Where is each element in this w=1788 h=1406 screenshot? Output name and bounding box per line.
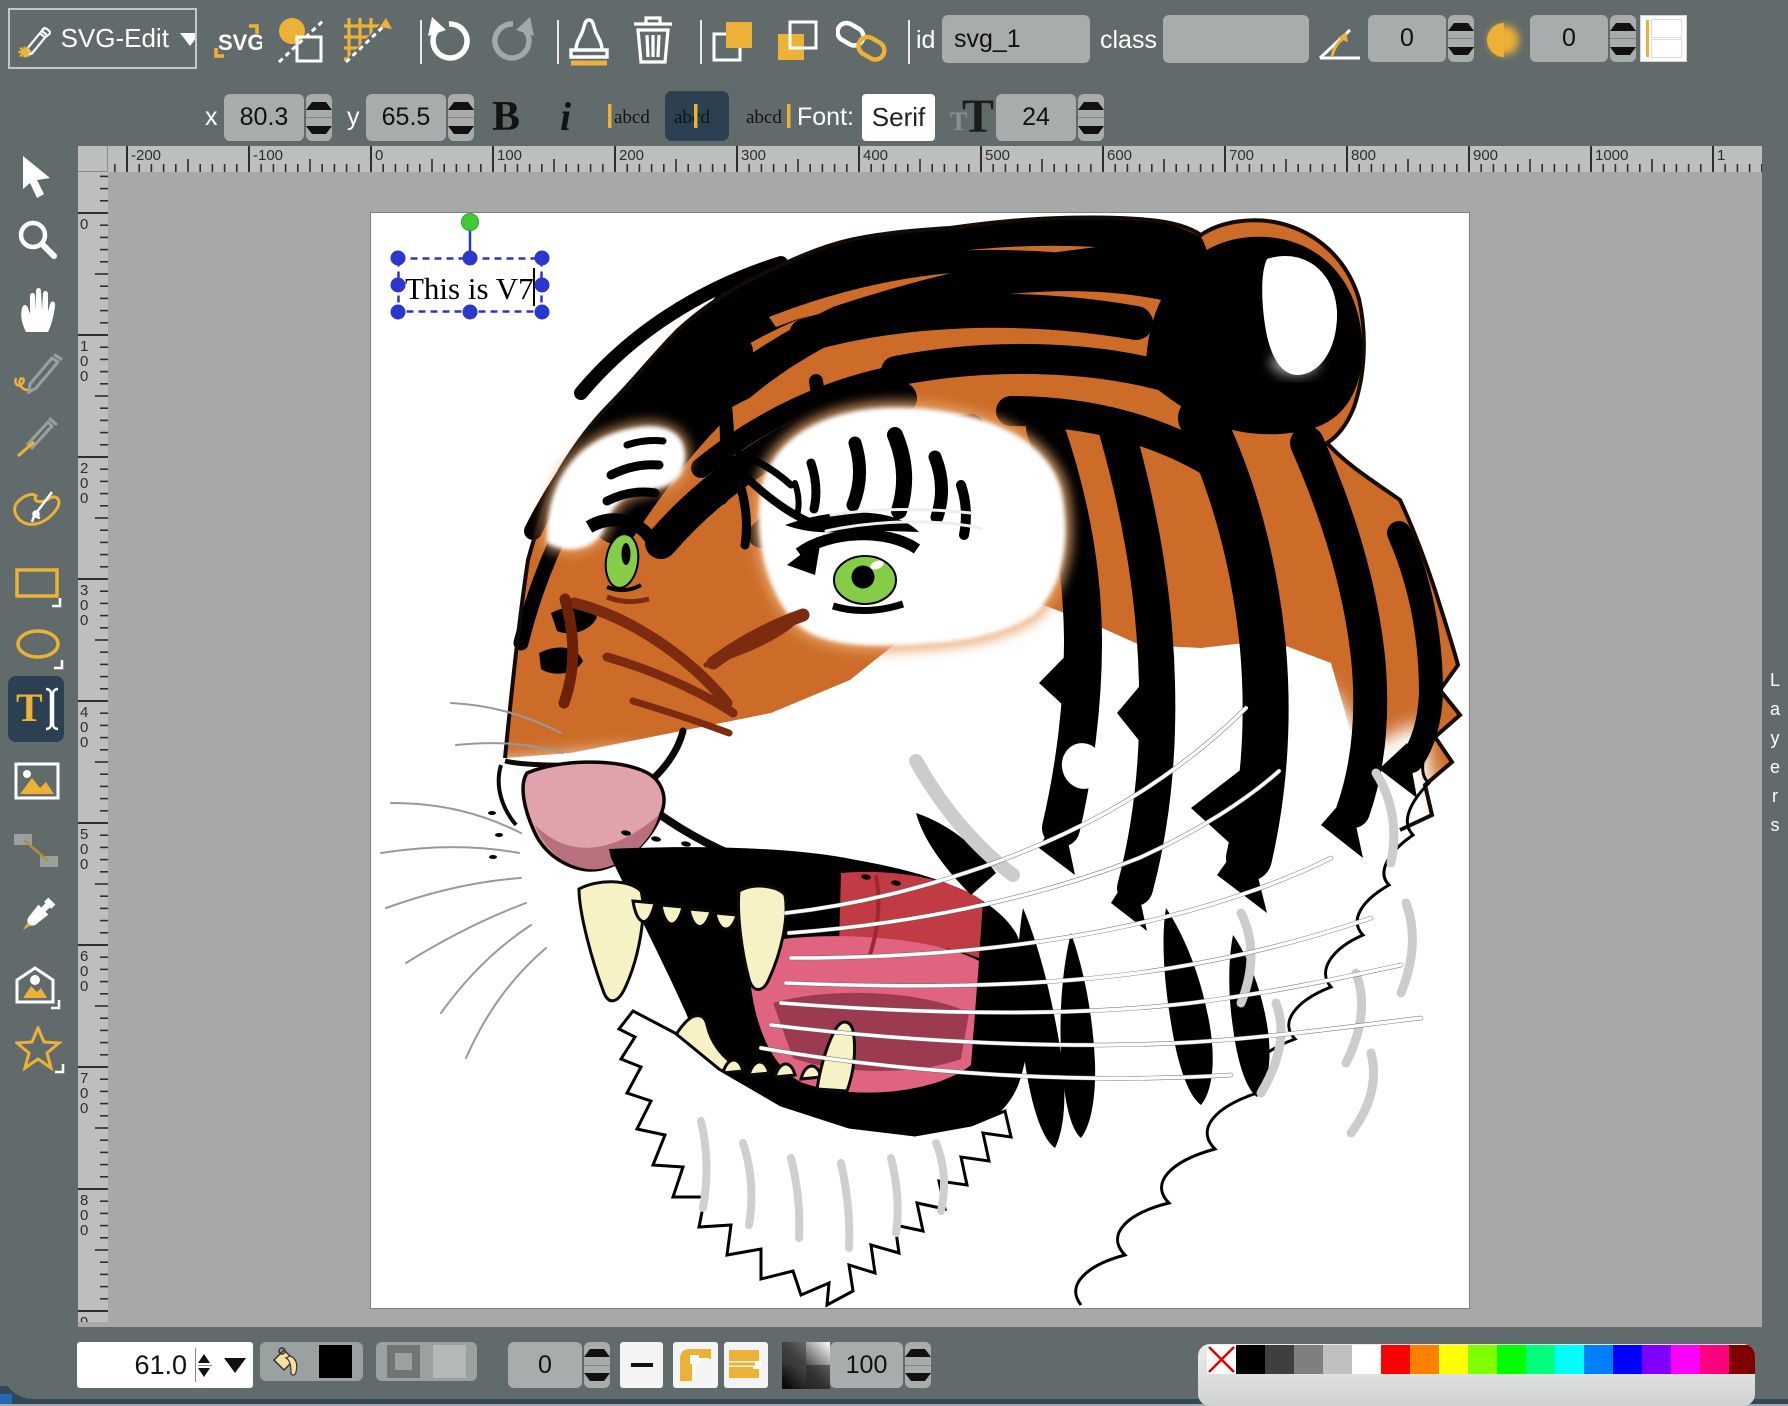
- svg-text:0: 0: [80, 734, 88, 751]
- svg-text:200: 200: [619, 147, 644, 164]
- svg-text:-100: -100: [253, 147, 283, 164]
- svg-text:1: 1: [1717, 147, 1725, 164]
- svg-text:0: 0: [80, 978, 88, 995]
- svg-text:0: 0: [80, 368, 88, 385]
- svg-text:0: 0: [80, 612, 88, 629]
- svg-text:1000: 1000: [1595, 147, 1628, 164]
- svg-text:100: 100: [497, 147, 522, 164]
- svg-text:0: 0: [80, 490, 88, 507]
- svg-text:0: 0: [375, 147, 383, 164]
- svg-text:-200: -200: [131, 147, 161, 164]
- svg-text:0: 0: [80, 1222, 88, 1239]
- svg-text:abcd: abcd: [614, 107, 650, 128]
- svg-text:900: 900: [1473, 147, 1498, 164]
- svg-text:300: 300: [741, 147, 766, 164]
- svg-text:abcd: abcd: [674, 107, 710, 128]
- svg-text:0: 0: [80, 1100, 88, 1117]
- svg-text:9: 9: [80, 1314, 88, 1322]
- svg-text:800: 800: [1351, 147, 1376, 164]
- svg-text:400: 400: [863, 147, 888, 164]
- svg-text:700: 700: [1229, 147, 1254, 164]
- svg-text:This is V7: This is V7: [405, 271, 534, 306]
- svg-text:0: 0: [80, 216, 88, 233]
- svg-text:500: 500: [985, 147, 1010, 164]
- svg-text:600: 600: [1107, 147, 1132, 164]
- svg-text:0: 0: [80, 856, 88, 873]
- svg-text:abcd: abcd: [746, 107, 782, 128]
